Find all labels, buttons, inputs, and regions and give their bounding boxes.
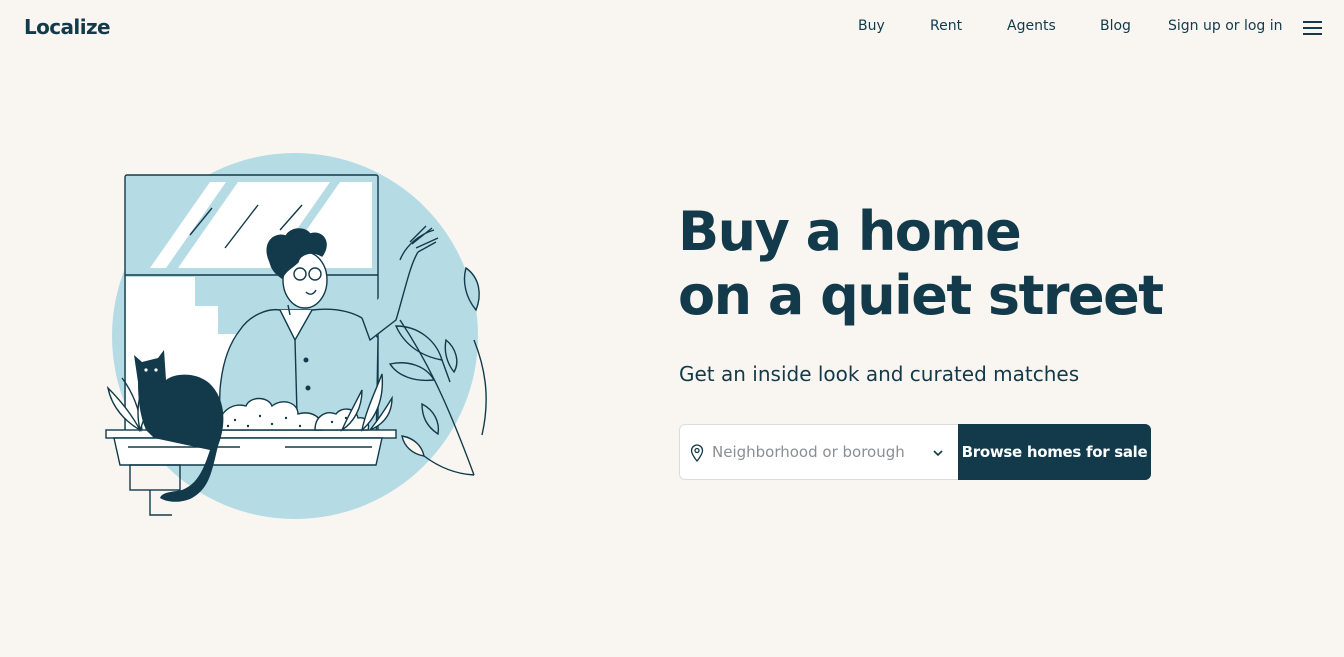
hero-headline-line-1: Buy a home	[678, 200, 1022, 263]
hero-headline-line-2: on a quiet street	[678, 264, 1164, 327]
nav-link-sign-up-log-in[interactable]: Sign up or log in	[1168, 18, 1283, 34]
planter-box	[113, 437, 383, 466]
hamburger-menu-icon[interactable]	[1303, 19, 1322, 35]
menu-line	[1303, 33, 1322, 35]
hero-subheadline: Get an inside look and curated matches	[679, 362, 1080, 386]
browse-homes-button[interactable]: Browse homes for sale	[958, 424, 1151, 480]
menu-line	[1303, 21, 1322, 23]
map-pin-icon	[690, 444, 704, 462]
nav-link-blog[interactable]: Blog	[1100, 18, 1131, 34]
nav-link-buy[interactable]: Buy	[858, 18, 885, 34]
brand-logo[interactable]: Localize	[24, 15, 111, 39]
search-input[interactable]	[712, 435, 922, 469]
hero-headline: Buy a home on a quiet street	[678, 200, 1164, 328]
menu-line	[1303, 27, 1322, 29]
chevron-down-icon[interactable]	[932, 448, 944, 458]
nav-link-agents[interactable]: Agents	[1007, 18, 1056, 34]
nav-link-rent[interactable]: Rent	[930, 18, 962, 34]
neighborhood-select[interactable]	[679, 424, 959, 480]
hero-illustration	[105, 153, 487, 519]
